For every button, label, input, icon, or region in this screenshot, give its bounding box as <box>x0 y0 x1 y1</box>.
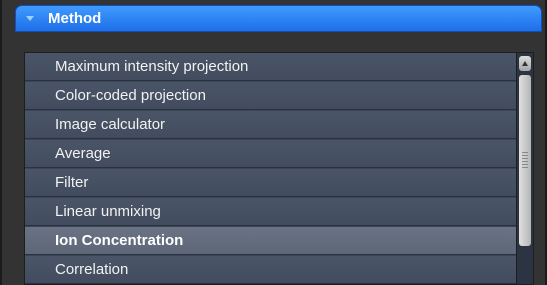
grip-line <box>522 152 528 153</box>
list-item[interactable]: Filter <box>25 169 516 197</box>
list-item-label: Average <box>55 145 111 162</box>
grip-line <box>522 164 528 165</box>
grip-line <box>522 158 528 159</box>
list-item[interactable]: Correlation <box>25 256 516 284</box>
list-item-label: Maximum intensity projection <box>55 58 249 75</box>
list-item[interactable]: Average <box>25 140 516 168</box>
list-item-label: Correlation <box>55 261 129 278</box>
scroll-up-arrow-icon[interactable] <box>519 56 531 71</box>
list-item[interactable]: Color-coded projection <box>25 82 516 110</box>
collapse-toggle-icon[interactable] <box>16 6 44 31</box>
list-item-label: Image calculator <box>55 116 166 133</box>
list-item[interactable]: Linear unmixing <box>25 198 516 226</box>
method-panel-header[interactable]: Method <box>15 5 542 32</box>
grip-line <box>522 155 528 156</box>
panel-title: Method <box>48 10 102 27</box>
grip-line <box>522 161 528 162</box>
scrollbar-thumb[interactable] <box>519 75 531 246</box>
list-item[interactable]: Maximum intensity projection <box>25 53 516 81</box>
list-item-label: Filter <box>55 174 89 191</box>
list-item[interactable]: Image calculator <box>25 111 516 139</box>
list-item-label: Linear unmixing <box>55 203 161 220</box>
list-item-selected[interactable]: Ion Concentration <box>25 227 516 255</box>
method-panel: Method Maximum intensity projection Colo… <box>0 0 547 285</box>
method-list[interactable]: Maximum intensity projection Color-coded… <box>24 52 534 285</box>
vertical-scrollbar[interactable] <box>516 53 533 284</box>
list-item-label: Ion Concentration <box>55 232 184 249</box>
list-item-label: Color-coded projection <box>55 87 206 104</box>
grip-line <box>522 167 528 168</box>
